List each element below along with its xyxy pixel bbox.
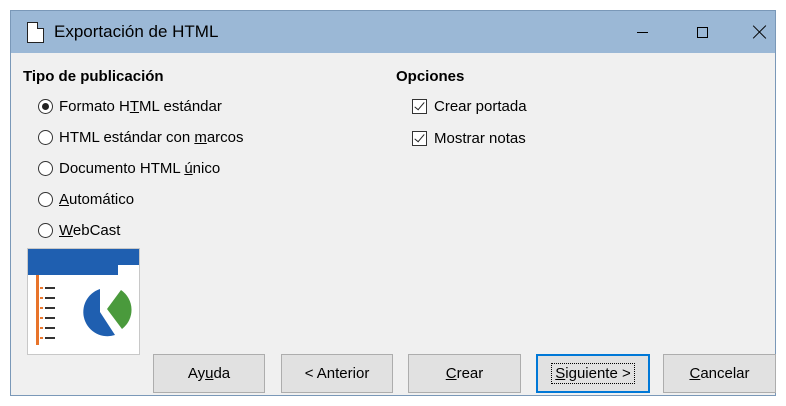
- maximize-icon: [696, 26, 708, 38]
- close-icon: [753, 25, 767, 39]
- options-heading: Opciones: [396, 68, 465, 85]
- close-button[interactable]: [737, 11, 783, 53]
- checkbox-show-notes[interactable]: Mostrar notas: [412, 128, 526, 148]
- document-icon: [27, 22, 44, 43]
- radio-label: Formato HTML estándar: [59, 97, 222, 115]
- radio-indicator: [38, 129, 53, 145]
- publication-type-heading: Tipo de publicación: [23, 68, 164, 85]
- button-label: Ayuda: [187, 365, 231, 382]
- radio-standard-html[interactable]: Formato HTML estándar: [38, 96, 222, 116]
- back-button[interactable]: < Anterior: [281, 354, 393, 393]
- checkbox-indicator: [412, 98, 427, 114]
- radio-single-document[interactable]: Documento HTML único: [38, 158, 220, 178]
- button-label: Cancelar: [689, 365, 750, 382]
- radio-indicator: [38, 160, 53, 176]
- create-button[interactable]: Crear: [408, 354, 521, 393]
- minimize-button[interactable]: [619, 11, 665, 53]
- dialog-title: Exportación de HTML: [54, 22, 219, 41]
- checkbox-indicator: [412, 130, 427, 146]
- cancel-button[interactable]: Cancelar: [663, 354, 776, 393]
- radio-automatic[interactable]: Automático: [38, 189, 134, 209]
- button-label: Crear: [445, 365, 484, 382]
- maximize-button[interactable]: [679, 11, 725, 53]
- minimize-icon: [636, 31, 648, 33]
- radio-label: WebCast: [59, 221, 121, 239]
- button-label: < Anterior: [304, 365, 370, 382]
- radio-label: Documento HTML único: [59, 159, 221, 177]
- presentation-preview-icon: [28, 249, 139, 345]
- radio-indicator: [38, 191, 53, 207]
- checkbox-label: Crear portada: [434, 97, 527, 115]
- publication-preview-image: [27, 248, 140, 355]
- radio-indicator: [38, 222, 53, 238]
- radio-indicator: [38, 98, 53, 114]
- button-label: Siguiente >: [551, 363, 635, 384]
- radio-webcast[interactable]: WebCast: [38, 220, 120, 240]
- html-export-dialog: Exportación de HTML Tipo de publicación …: [10, 10, 776, 396]
- checkbox-label: Mostrar notas: [434, 129, 526, 147]
- radio-label: Automático: [59, 190, 135, 208]
- radio-html-frames[interactable]: HTML estándar con marcos: [38, 127, 244, 147]
- radio-label: HTML estándar con marcos: [59, 128, 244, 146]
- title-bar[interactable]: Exportación de HTML: [11, 11, 775, 53]
- checkbox-create-title-page[interactable]: Crear portada: [412, 96, 527, 116]
- help-button[interactable]: Ayuda: [153, 354, 265, 393]
- next-button[interactable]: Siguiente >: [536, 354, 650, 393]
